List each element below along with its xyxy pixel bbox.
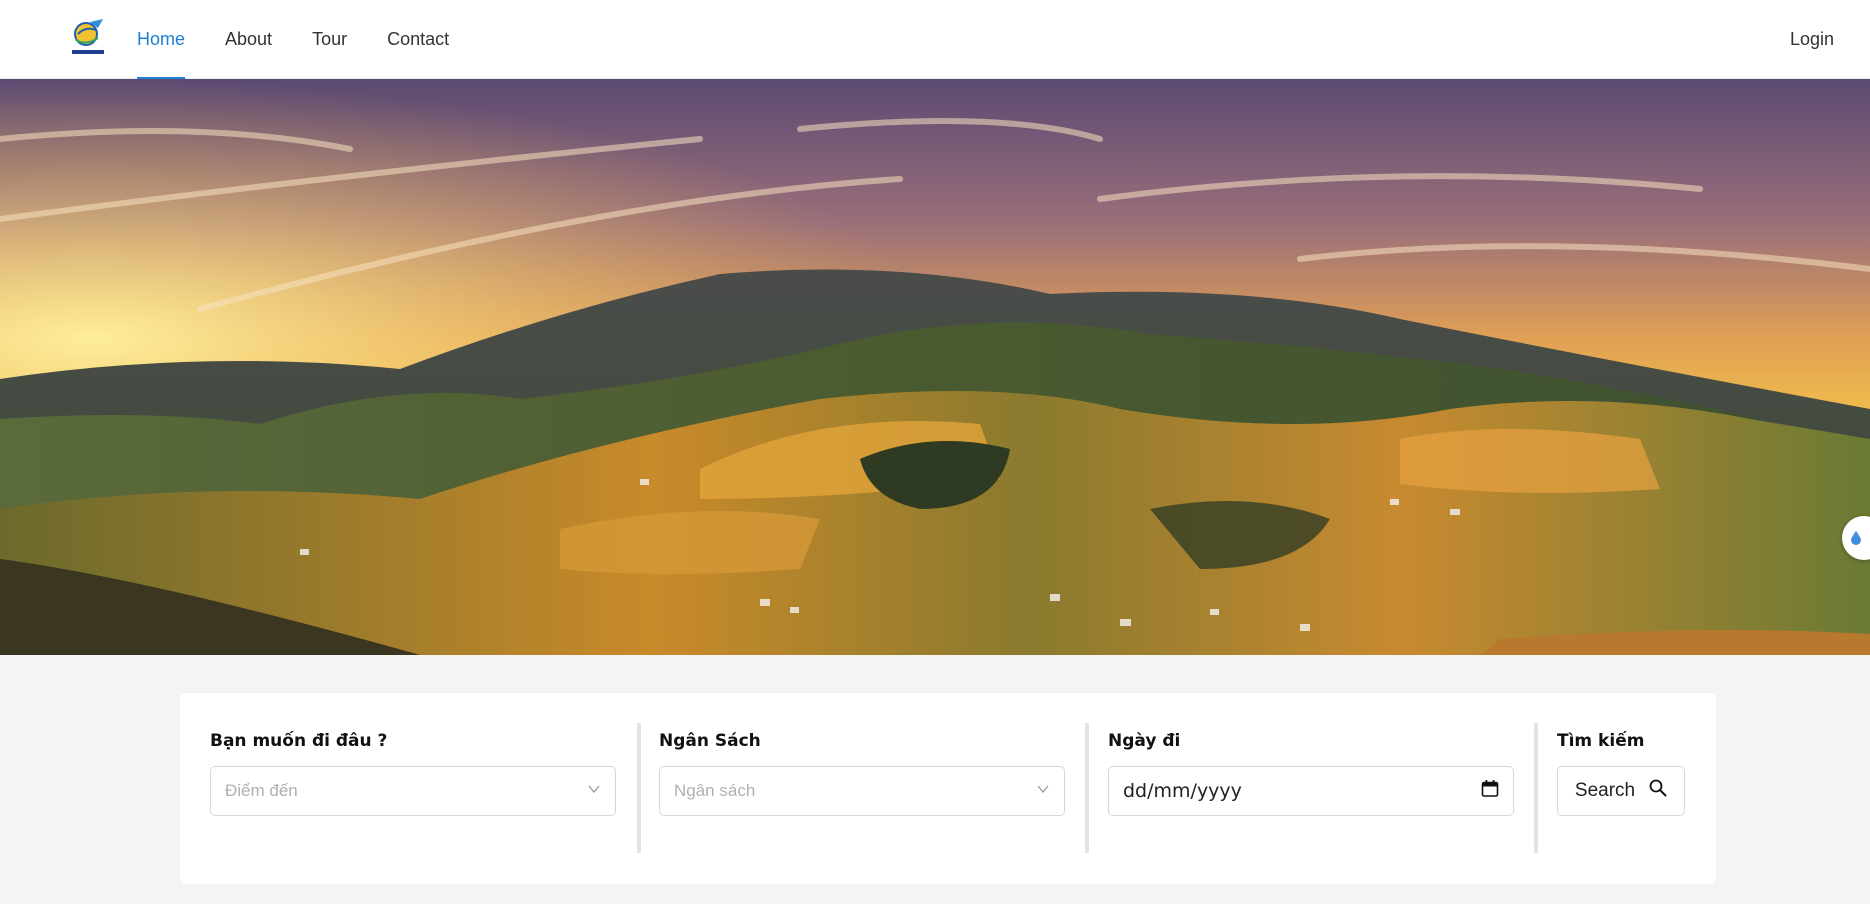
chevron-down-icon [587, 781, 601, 801]
top-navbar: Home About Tour Contact Login [0, 0, 1870, 79]
nav-tour[interactable]: Tour [312, 0, 347, 79]
budget-column: Ngân Sách Ngân sách [659, 723, 1065, 853]
login-link[interactable]: Login [1790, 29, 1834, 50]
main-nav: Home About Tour Contact [137, 0, 489, 79]
date-input[interactable]: dd/mm/yyyy [1108, 766, 1514, 816]
destination-placeholder: Điểm đến [225, 781, 298, 800]
search-button[interactable]: Search [1557, 766, 1685, 816]
date-column: Ngày đi dd/mm/yyyy [1108, 723, 1514, 853]
date-value: dd/mm/yyyy [1123, 780, 1242, 802]
calendar-icon[interactable] [1481, 780, 1499, 803]
budget-placeholder: Ngân sách [674, 781, 756, 800]
submit-column: Tìm kiếm Search [1557, 723, 1697, 853]
nav-contact[interactable]: Contact [387, 0, 449, 79]
destination-select[interactable]: Điểm đến [210, 766, 616, 816]
search-icon [1649, 779, 1667, 803]
travel-logo[interactable] [70, 18, 106, 56]
search-button-label: Search [1574, 780, 1636, 801]
column-divider [637, 723, 641, 853]
date-label: Ngày đi [1108, 731, 1181, 751]
submit-label: Tìm kiếm [1557, 731, 1645, 751]
destination-label: Bạn muốn đi đâu ? [210, 731, 388, 751]
column-divider [1534, 723, 1538, 853]
budget-select[interactable]: Ngân sách [659, 766, 1065, 816]
budget-label: Ngân Sách [659, 731, 761, 751]
chevron-down-icon [1036, 781, 1050, 801]
column-divider [1085, 723, 1089, 853]
hero-banner-image [0, 79, 1870, 655]
tour-search-form: Bạn muốn đi đâu ? Điểm đến Ngân Sách Ngâ… [180, 693, 1716, 884]
nav-home[interactable]: Home [137, 0, 186, 79]
nav-about[interactable]: About [225, 0, 272, 79]
droplet-icon [1848, 530, 1864, 546]
destination-column: Bạn muốn đi đâu ? Điểm đến [210, 723, 616, 853]
